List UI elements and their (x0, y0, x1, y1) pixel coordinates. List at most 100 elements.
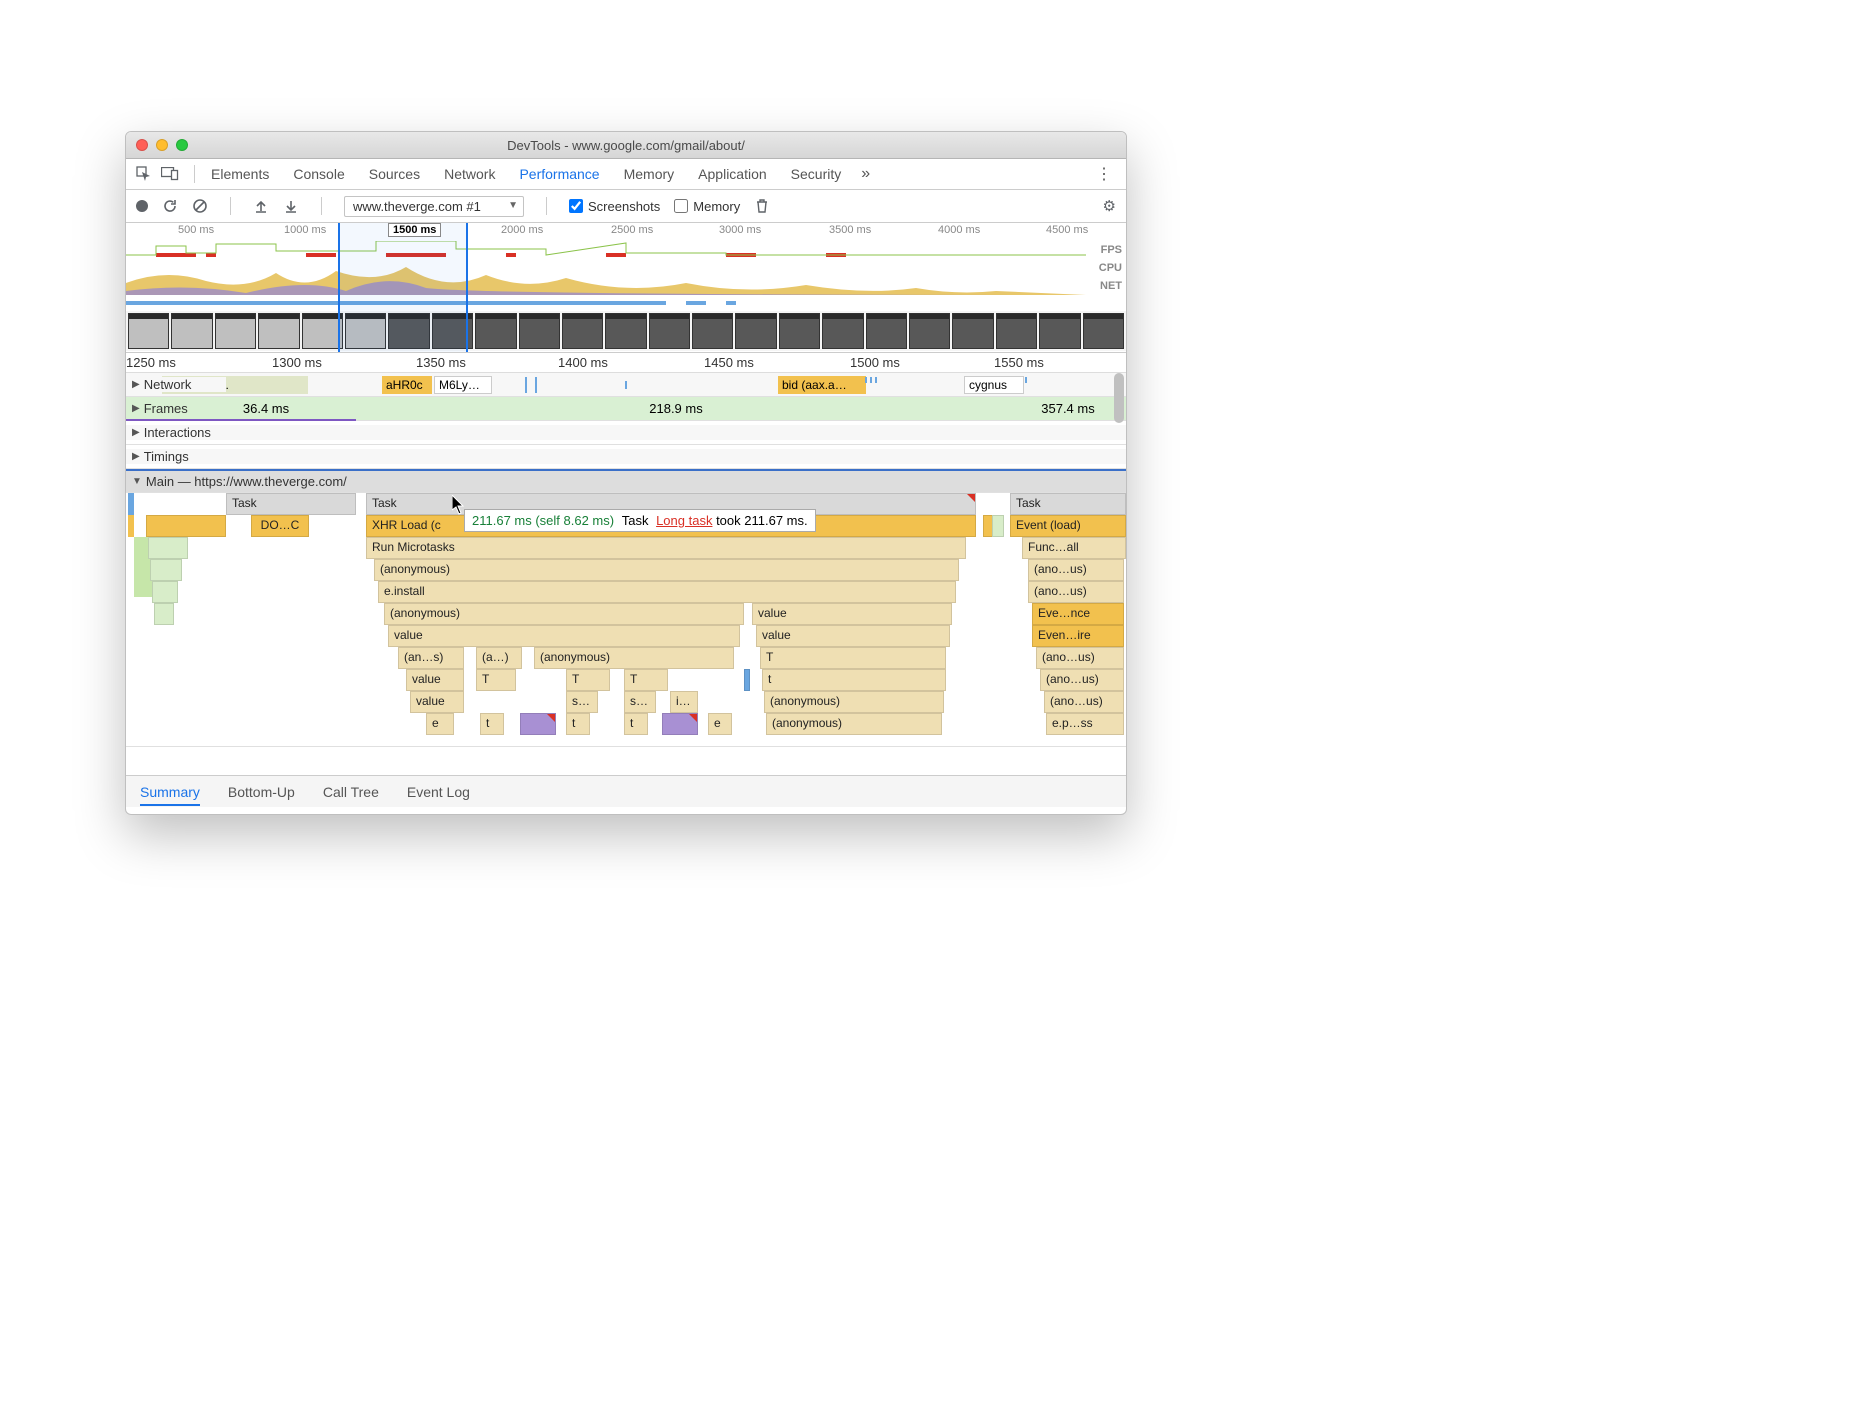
screenshot-thumb[interactable] (519, 313, 560, 349)
tabs-overflow-icon[interactable]: » (861, 165, 870, 183)
flame-bar[interactable]: (ano…us) (1036, 647, 1124, 669)
flame-bar[interactable]: (ano…us) (1040, 669, 1124, 691)
frames-track-header[interactable]: ▶Frames (126, 401, 226, 416)
net-item[interactable]: M6Ly… (434, 376, 492, 394)
tab-sources[interactable]: Sources (369, 166, 420, 182)
screenshots-checkbox-input[interactable] (569, 199, 583, 213)
tab-summary[interactable]: Summary (140, 784, 200, 806)
screenshot-thumb[interactable] (215, 313, 256, 349)
flame-bar[interactable]: (ano…us) (1028, 559, 1124, 581)
screenshot-thumb[interactable] (735, 313, 776, 349)
screenshot-thumb[interactable] (605, 313, 646, 349)
flame-bar[interactable]: (anonymous) (374, 559, 959, 581)
flame-bar[interactable] (148, 537, 188, 559)
tab-elements[interactable]: Elements (211, 166, 269, 182)
screenshot-filmstrip[interactable] (126, 311, 1126, 351)
flame-bar[interactable]: s… (566, 691, 598, 713)
screenshot-thumb[interactable] (475, 313, 516, 349)
record-button[interactable] (136, 200, 148, 212)
flame-bar[interactable]: value (752, 603, 952, 625)
interactions-track-header[interactable]: ▶Interactions (126, 425, 1126, 440)
flame-bar[interactable]: T (760, 647, 946, 669)
tab-performance[interactable]: Performance (519, 166, 599, 182)
flame-bar[interactable]: T (566, 669, 610, 691)
flame-bar[interactable]: e.install (378, 581, 956, 603)
screenshot-thumb[interactable] (1039, 313, 1080, 349)
tab-event-log[interactable]: Event Log (407, 784, 470, 800)
screenshot-thumb[interactable] (996, 313, 1037, 349)
capture-settings-icon[interactable]: ⚙ (1103, 197, 1116, 215)
screenshot-thumb[interactable] (822, 313, 863, 349)
flame-bсъс[interactable] (150, 559, 182, 581)
task-bar[interactable]: Task (1010, 493, 1126, 515)
customize-devtools-icon[interactable]: ⋮ (1090, 164, 1118, 184)
screenshot-thumb[interactable] (258, 313, 299, 349)
frames-track[interactable]: ▶Frames 36.4 ms 218.9 ms 357.4 ms (126, 397, 1126, 421)
network-track[interactable]: ▶Network xel.gif (px… aHR0c M6Ly… bid (a… (126, 373, 1126, 397)
flame-bar[interactable]: Event (load) (1010, 515, 1126, 537)
screenshot-thumb[interactable] (866, 313, 907, 349)
flame-bar[interactable]: (anonymous) (384, 603, 744, 625)
flame-bar[interactable]: (ano…us) (1044, 691, 1124, 713)
flame-bar[interactable]: (anonymous) (534, 647, 734, 669)
network-track-header[interactable]: ▶Network (126, 377, 226, 392)
screenshot-thumb[interactable] (952, 313, 993, 349)
flame-bar[interactable]: Even…ire (1032, 625, 1124, 647)
flame-bar[interactable]: Run Microtasks (366, 537, 966, 559)
tab-security[interactable]: Security (791, 166, 842, 182)
flame-bar[interactable]: e (708, 713, 732, 735)
flame-bar[interactable]: Func…all (1022, 537, 1126, 559)
tab-memory[interactable]: Memory (624, 166, 675, 182)
flame-bar[interactable]: e.p…ss (1046, 713, 1124, 735)
vertical-scrollbar[interactable] (1114, 373, 1124, 423)
flame-bar[interactable]: s… (624, 691, 656, 713)
overview-selection[interactable] (338, 223, 468, 352)
reload-record-icon[interactable] (162, 198, 178, 214)
load-profile-icon[interactable] (253, 198, 269, 214)
interactions-track[interactable]: ▶Interactions (126, 421, 1126, 445)
screenshots-checkbox[interactable]: Screenshots (569, 199, 660, 214)
memory-checkbox-input[interactable] (674, 199, 688, 213)
screenshot-thumb[interactable] (128, 313, 169, 349)
detail-ruler[interactable]: 1250 ms 1300 ms 1350 ms 1400 ms 1450 ms … (126, 353, 1126, 373)
flame-bar[interactable] (520, 713, 556, 735)
tab-application[interactable]: Application (698, 166, 767, 182)
inspect-element-icon[interactable] (134, 164, 154, 184)
flame-bar[interactable]: (anonymous) (764, 691, 944, 713)
flame-bar[interactable]: Eve…nce (1032, 603, 1124, 625)
main-track[interactable]: ▼Main — https://www.theverge.com/ (126, 469, 1126, 493)
tab-network[interactable]: Network (444, 166, 495, 182)
flame-bar[interactable]: value (410, 691, 464, 713)
save-profile-icon[interactable] (283, 198, 299, 214)
flame-bar[interactable]: (an…s) (398, 647, 464, 669)
flame-chart[interactable]: Task Task Task DO…C XHR Load (c Event (l… (126, 493, 1126, 747)
task-bar[interactable]: Task (226, 493, 356, 515)
screenshot-thumb[interactable] (909, 313, 950, 349)
device-toggle-icon[interactable] (160, 164, 180, 184)
flame-bar[interactable]: DO…C (251, 515, 309, 537)
screenshot-thumb[interactable] (1083, 313, 1124, 349)
screenshot-thumb[interactable] (171, 313, 212, 349)
flame-bar[interactable]: (ano…us) (1028, 581, 1124, 603)
flame-bar[interactable]: (anonymous) (766, 713, 942, 735)
flame-bar[interactable] (152, 581, 178, 603)
tab-call-tree[interactable]: Call Tree (323, 784, 379, 800)
flame-bar[interactable]: T (624, 669, 668, 691)
flame-bar[interactable]: (a…) (476, 647, 522, 669)
tab-bottom-up[interactable]: Bottom-Up (228, 784, 295, 800)
flame-bar[interactable]: value (388, 625, 740, 647)
flame-bar[interactable]: t (480, 713, 504, 735)
frame-segment[interactable]: 36.4 ms (226, 397, 306, 420)
close-window-button[interactable] (136, 139, 148, 151)
screenshot-thumb[interactable] (562, 313, 603, 349)
overview-pane[interactable]: 500 ms 1000 ms 1500 ms 2000 ms 2500 ms 3… (126, 223, 1126, 353)
screenshot-thumb[interactable] (302, 313, 343, 349)
memory-checkbox[interactable]: Memory (674, 199, 740, 214)
flame-bar[interactable]: e (426, 713, 454, 735)
screenshot-thumb[interactable] (692, 313, 733, 349)
net-item[interactable]: cygnus (964, 376, 1024, 394)
clear-icon[interactable] (192, 198, 208, 214)
zoom-window-button[interactable] (176, 139, 188, 151)
flame-bar[interactable]: T (476, 669, 516, 691)
main-track-header[interactable]: ▼Main — https://www.theverge.com/ (126, 474, 1126, 489)
